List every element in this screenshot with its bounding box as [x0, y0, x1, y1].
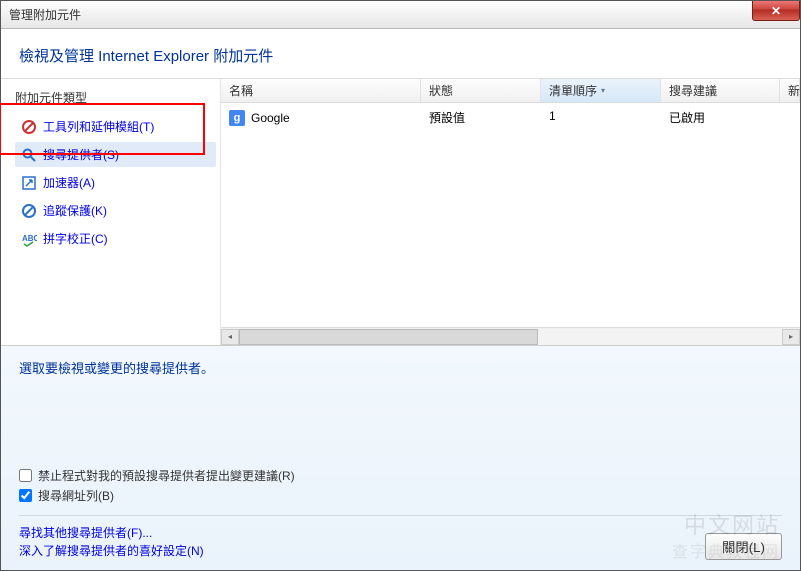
google-icon: g: [229, 110, 245, 126]
sidebar-heading: 附加元件類型: [15, 89, 216, 106]
horizontal-scrollbar[interactable]: ◂ ▸: [221, 327, 800, 345]
checkbox-search-addressbar-input[interactable]: [19, 489, 32, 502]
sidebar-item-label: 工具列和延伸模組(T): [43, 118, 154, 135]
sidebar-item-label: 拼字校正(C): [43, 230, 108, 247]
options: 禁止程式對我的預設搜尋提供者提出變更建議(R) 搜尋網址列(B): [19, 464, 782, 507]
cell-status: 預設值: [421, 107, 541, 128]
checkbox-prevent-change-input[interactable]: [19, 469, 32, 482]
column-header-extra[interactable]: 新: [780, 79, 800, 102]
table-row[interactable]: g Google 預設值 1 已啟用: [221, 103, 800, 132]
titlebar: 管理附加元件 ✕: [1, 1, 800, 29]
provider-name: Google: [251, 111, 290, 125]
sidebar-item-accelerators[interactable]: 加速器(A): [15, 170, 216, 195]
link-learn-more[interactable]: 深入了解搜尋提供者的喜好設定(N): [19, 542, 204, 560]
main-area: 附加元件類型 工具列和延伸模組(T) 搜尋提供者(S) 加速器(A): [1, 78, 800, 345]
checkbox-label: 搜尋網址列(B): [38, 487, 114, 504]
scroll-right-button[interactable]: ▸: [782, 329, 800, 345]
checkbox-search-addressbar[interactable]: 搜尋網址列(B): [19, 487, 782, 504]
sidebar-item-label: 搜尋提供者(S): [43, 146, 119, 163]
close-button[interactable]: 關閉(L): [705, 533, 782, 560]
table-body: g Google 預設值 1 已啟用: [221, 103, 800, 327]
column-header-order[interactable]: 清單順序: [541, 79, 661, 102]
column-header-suggestions[interactable]: 搜尋建議: [661, 79, 780, 102]
cell-name: g Google: [221, 107, 421, 128]
cell-suggest: 已啟用: [661, 107, 800, 128]
scroll-thumb[interactable]: [239, 329, 538, 345]
column-header-status[interactable]: 狀態: [421, 79, 541, 102]
sidebar: 附加元件類型 工具列和延伸模組(T) 搜尋提供者(S) 加速器(A): [1, 79, 221, 345]
shield-icon: [21, 203, 37, 219]
footer-links-group: 尋找其他搜尋提供者(F)... 深入了解搜尋提供者的喜好設定(N): [19, 524, 204, 560]
column-header-name[interactable]: 名稱: [221, 79, 421, 102]
scroll-left-button[interactable]: ◂: [221, 329, 239, 345]
sidebar-item-label: 加速器(A): [43, 174, 95, 191]
sidebar-item-spelling[interactable]: ABC 拼字校正(C): [15, 226, 216, 251]
link-find-providers[interactable]: 尋找其他搜尋提供者(F)...: [19, 524, 204, 542]
svg-text:ABC: ABC: [22, 234, 37, 243]
gear-blocked-icon: [21, 119, 37, 135]
details-panel: 選取要檢視或變更的搜尋提供者。 中文网站 查字典教程网 禁止程式對我的預設搜尋提…: [1, 345, 800, 570]
footer: 尋找其他搜尋提供者(F)... 深入了解搜尋提供者的喜好設定(N) 關閉(L): [19, 515, 782, 560]
column-headers: 名稱 狀態 清單順序 搜尋建議 新: [221, 79, 800, 103]
checkbox-prevent-change[interactable]: 禁止程式對我的預設搜尋提供者提出變更建議(R): [19, 467, 782, 484]
page-title: 檢視及管理 Internet Explorer 附加元件: [19, 45, 782, 66]
search-icon: [21, 147, 37, 163]
window-close-button[interactable]: ✕: [752, 1, 800, 21]
sidebar-item-label: 追蹤保護(K): [43, 202, 107, 219]
window-title: 管理附加元件: [9, 6, 81, 23]
spellcheck-icon: ABC: [21, 231, 37, 247]
accelerator-icon: [21, 175, 37, 191]
close-icon: ✕: [771, 4, 781, 18]
sidebar-item-toolbars[interactable]: 工具列和延伸模組(T): [15, 114, 216, 139]
scroll-track[interactable]: [239, 329, 782, 345]
checkbox-label: 禁止程式對我的預設搜尋提供者提出變更建議(R): [38, 467, 295, 484]
table-area: 名稱 狀態 清單順序 搜尋建議 新 g Google 預設值 1 已啟用 ◂: [221, 79, 800, 345]
header: 檢視及管理 Internet Explorer 附加元件: [1, 29, 800, 78]
sidebar-item-search-providers[interactable]: 搜尋提供者(S): [15, 142, 216, 167]
content: 檢視及管理 Internet Explorer 附加元件 附加元件類型 工具列和…: [1, 29, 800, 570]
sidebar-item-tracking-protection[interactable]: 追蹤保護(K): [15, 198, 216, 223]
panel-instruction: 選取要檢視或變更的搜尋提供者。: [19, 358, 782, 377]
cell-order: 1: [541, 107, 661, 128]
